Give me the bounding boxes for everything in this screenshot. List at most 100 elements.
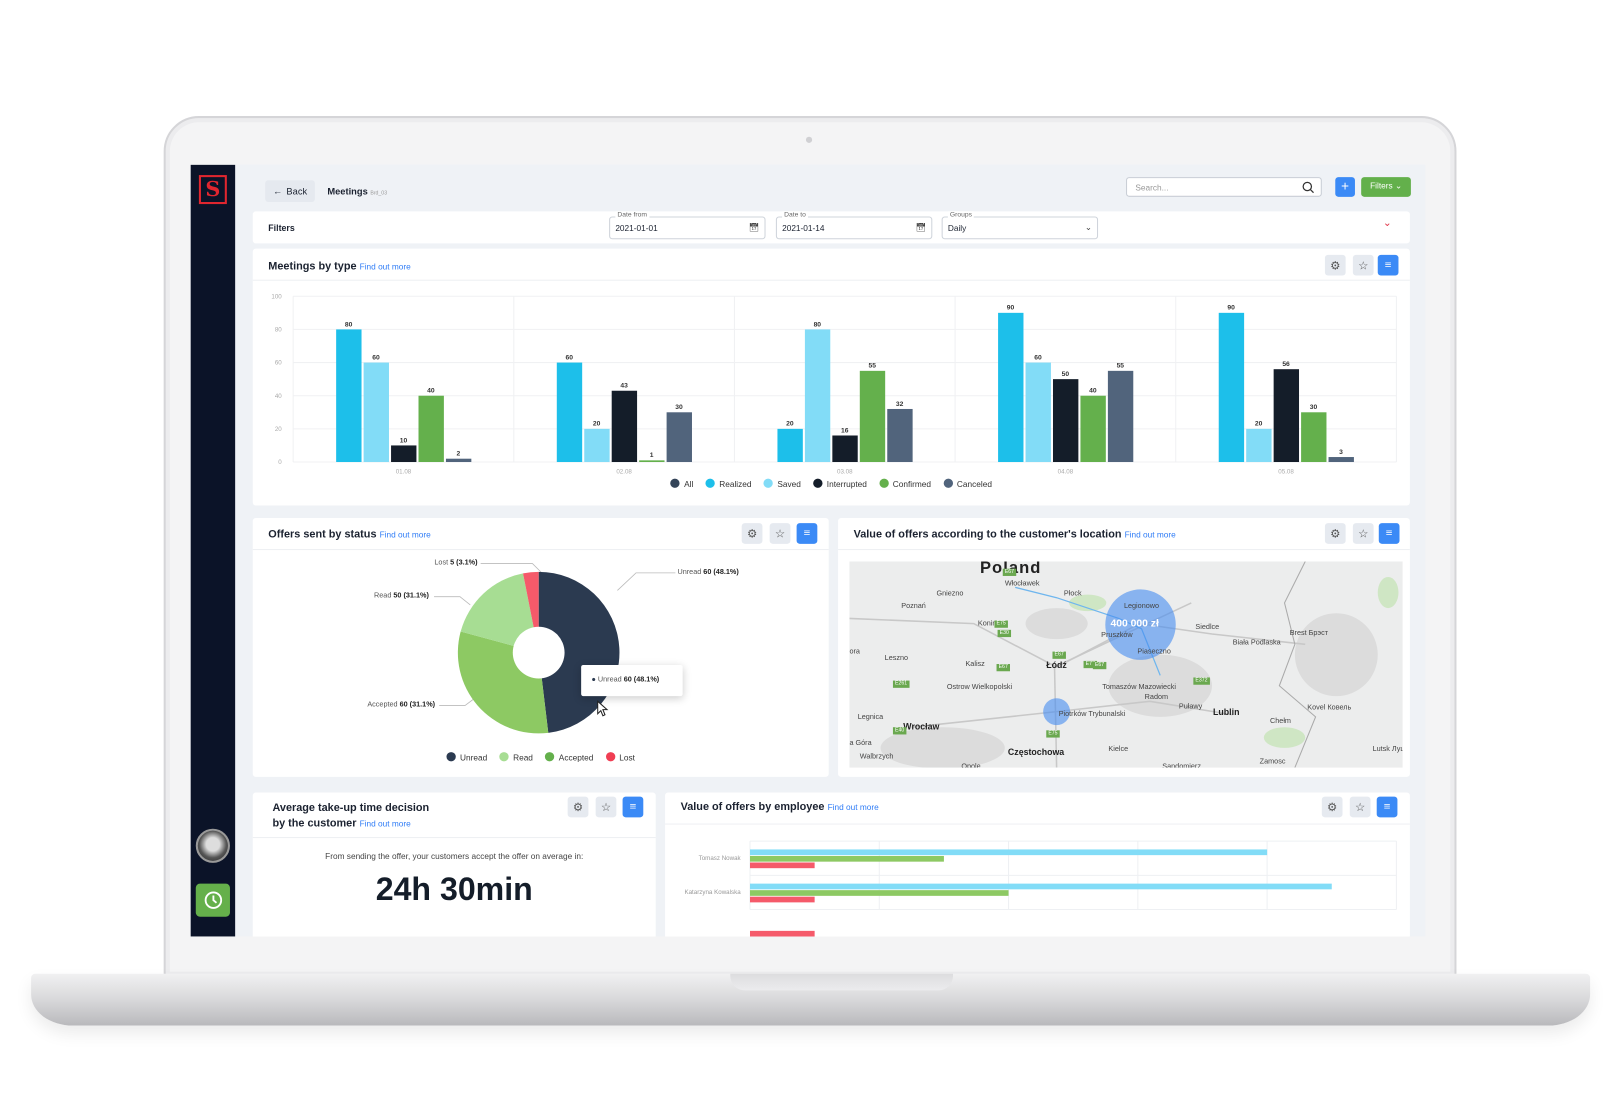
avg-value: 24h 30min [375, 871, 533, 908]
bar [1025, 362, 1051, 463]
legend-label: Interrupted [826, 479, 867, 489]
pie-label-unread: Unread 60 (48.1%) [677, 568, 739, 576]
date-to-field[interactable]: Date to 2021-01-14 📅︎ [775, 211, 933, 240]
laptop-camera [805, 136, 813, 143]
back-button[interactable]: ← Back [265, 180, 315, 203]
map-city-label: Kielce [1108, 745, 1129, 754]
clock-button[interactable] [195, 883, 230, 917]
page-title: Meetings Brd_03 [327, 186, 387, 196]
map-city-label: Puławy [1178, 703, 1203, 711]
map-city-label: Piaseczno [1137, 648, 1171, 656]
find-out-more-link[interactable]: Find out more [360, 819, 411, 828]
legend-swatch [446, 752, 456, 762]
legend-item[interactable]: All [670, 478, 694, 489]
menu-button[interactable]: ≡ [622, 796, 644, 818]
calendar-icon: 📅︎ [748, 222, 760, 233]
back-label: Back [286, 185, 308, 197]
bar-value-label: 10 [400, 437, 408, 444]
legend-label: Canceled [956, 479, 992, 489]
logo[interactable]: S [198, 175, 227, 205]
hbar [749, 862, 815, 869]
laptop-notch [730, 973, 954, 991]
menu-button[interactable]: ≡ [1378, 523, 1400, 544]
map-city-label: Siedlce [1195, 623, 1220, 631]
legend-swatch [605, 752, 616, 762]
bar [1052, 379, 1079, 463]
map-city-label: Radom [1144, 694, 1169, 702]
legend-item[interactable]: Confirmed [879, 478, 932, 489]
groups-select[interactable]: Groups Daily ⌄ [941, 211, 1099, 240]
legend-item[interactable]: Unread [446, 752, 488, 763]
filters-label: Filters [268, 222, 295, 234]
legend-item[interactable]: Lost [605, 752, 635, 762]
page-title-text: Meetings [327, 186, 368, 197]
calendar-icon: 📅︎ [915, 222, 927, 233]
chart-legend: All Realized Saved Interrupted Confirmed Canc… [253, 478, 1410, 489]
y-tick-label: 20 [275, 426, 282, 433]
legend-item[interactable]: Saved [763, 478, 801, 489]
find-out-more-link[interactable]: Find out more [1125, 530, 1176, 539]
bar [1246, 428, 1272, 463]
y-tick-label: 40 [275, 393, 282, 400]
bar [391, 445, 417, 463]
bar [777, 428, 803, 463]
map-road-label: E67 [1002, 568, 1017, 576]
legend-item[interactable]: Interrupted [813, 478, 867, 489]
bar-value-label: 1 [650, 452, 654, 459]
map-city-label: Piotrków Trybunalski [1058, 710, 1126, 718]
star-icon: ☆ [1358, 527, 1369, 541]
bar [445, 458, 472, 463]
laptop-base [31, 973, 1591, 1026]
legend-label: Read [513, 753, 533, 763]
search-input[interactable]: Search... [1126, 177, 1322, 197]
avg-title-line1: Average take-up time decision [272, 801, 430, 815]
bar-value-label: 40 [1089, 388, 1097, 395]
legend-label: Confirmed [892, 479, 932, 489]
legend-item[interactable]: Realized [705, 478, 751, 489]
search-icon [1302, 181, 1314, 194]
legend-label: Saved [777, 479, 801, 489]
bar [336, 329, 362, 463]
hbar [749, 890, 1009, 896]
map-title: Value of offers according to the custome… [853, 528, 1122, 541]
bar [859, 370, 886, 463]
map-city-label: Ostrow Wielkopolski [946, 683, 1013, 691]
gear-icon: ⚙ [572, 801, 584, 814]
mouse-cursor-icon [597, 700, 609, 717]
favorite-button[interactable]: ☆ [1352, 523, 1374, 544]
date-to-label: Date to [782, 211, 808, 219]
map-city-label: a Góra [849, 739, 872, 747]
filters-button[interactable]: Filters ⌄ [1361, 177, 1411, 197]
avatar[interactable] [195, 828, 230, 863]
bar [666, 412, 692, 463]
legend-swatch [705, 478, 716, 488]
map-city-label: Biała Podlaska [1232, 639, 1281, 647]
favorite-button[interactable]: ☆ [595, 796, 617, 818]
groups-value: Daily [947, 223, 967, 234]
gear-icon: ⚙ [1330, 527, 1341, 541]
y-tick-label: 80 [275, 326, 282, 333]
map-road-label: E75 [1046, 730, 1060, 738]
map-city-label: Sandomierz [1162, 763, 1201, 768]
collapse-chevron-icon[interactable]: ⌄ [1383, 218, 1392, 229]
settings-button[interactable]: ⚙ [1324, 523, 1346, 544]
date-from-field[interactable]: Date from 2021-01-01 📅︎ [609, 211, 766, 240]
legend-label: Unread [460, 753, 488, 763]
bar [832, 435, 858, 463]
map-road-label: E75 [994, 620, 1008, 628]
bar [998, 312, 1024, 463]
legend-item[interactable]: Accepted [545, 752, 593, 762]
add-button[interactable]: + [1335, 177, 1355, 197]
settings-button[interactable]: ⚙ [567, 796, 589, 818]
map-city-label: Kalisz [965, 660, 985, 669]
legend-label: All [684, 479, 694, 489]
map-city-label: Legnica [857, 713, 884, 721]
hbar [749, 896, 815, 903]
legend-item[interactable]: Canceled [943, 478, 992, 489]
legend-item[interactable]: Read [499, 752, 533, 763]
star-icon: ☆ [600, 801, 612, 814]
hbar [749, 849, 1268, 856]
clock-icon [204, 891, 222, 909]
search-placeholder: Search... [1135, 183, 1169, 193]
location-map[interactable]: Poland WłocławekPłockGnieznoPoznańKoninL… [849, 561, 1403, 768]
